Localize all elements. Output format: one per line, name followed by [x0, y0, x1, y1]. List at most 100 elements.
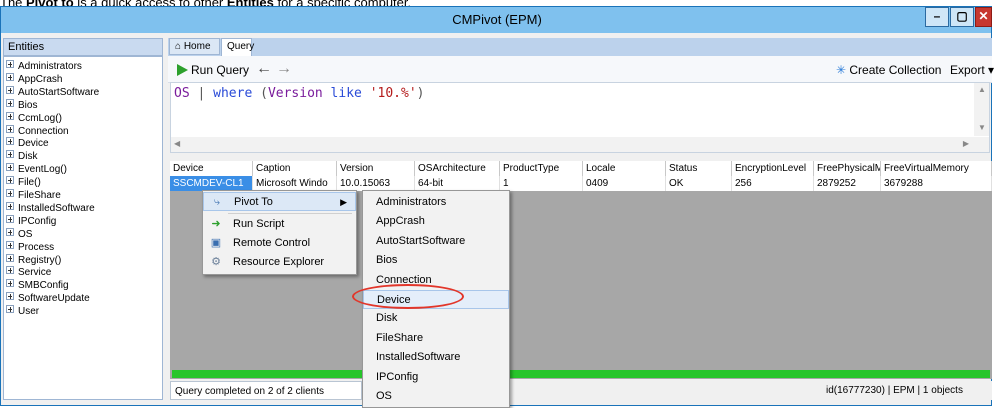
submenu-item[interactable]: InstalledSoftware — [363, 348, 509, 367]
tree-item[interactable]: SoftwareUpdate — [6, 292, 90, 304]
tree-item[interactable]: Service — [6, 266, 51, 278]
column-header[interactable]: Device — [170, 161, 253, 176]
expand-icon[interactable] — [6, 163, 14, 172]
tab-home[interactable]: ⌂ Home — [169, 38, 220, 55]
tree-item[interactable]: Registry() — [6, 253, 61, 266]
table-cell[interactable]: Microsoft Windo — [253, 176, 337, 191]
expand-icon[interactable] — [6, 305, 14, 314]
submenu-item[interactable]: AutoStartSoftware — [363, 232, 509, 251]
expand-icon[interactable] — [6, 111, 14, 120]
tree-item[interactable]: Connection — [6, 124, 69, 137]
expand-icon[interactable] — [6, 292, 14, 301]
create-collection-button[interactable]: ✳ Create Collection — [836, 62, 941, 78]
expand-icon[interactable] — [6, 85, 14, 94]
column-header[interactable]: EncryptionLevel — [732, 161, 814, 176]
expand-icon[interactable] — [6, 253, 14, 262]
tree-item[interactable]: IPConfig — [6, 214, 57, 227]
submenu-item[interactable]: Disk — [363, 309, 509, 328]
tree-item[interactable]: SMBConfig — [6, 279, 69, 291]
expand-icon[interactable] — [6, 214, 14, 223]
pivot-icon: ⤷ — [213, 196, 221, 208]
tree-item[interactable]: EventLog() — [6, 163, 67, 175]
menu-separator — [228, 213, 352, 214]
table-cell[interactable]: 64-bit — [415, 176, 500, 191]
menu-item-resource-explorer[interactable]: ⚙ Resource Explorer — [203, 253, 356, 272]
table-cell[interactable]: 0409 — [583, 176, 666, 191]
submenu-item[interactable]: AppCrash — [363, 212, 509, 231]
column-header[interactable]: FreeVirtualMemory — [881, 161, 992, 176]
tree-item[interactable]: Process — [6, 240, 55, 253]
expand-icon[interactable] — [6, 137, 14, 146]
table-cell[interactable]: 256 — [732, 176, 814, 191]
run-script-label: Run Script — [233, 218, 285, 230]
table-cell[interactable]: 10.0.15063 — [337, 176, 415, 191]
remote-control-icon: ▣ — [210, 237, 222, 249]
expand-icon[interactable] — [6, 201, 14, 210]
menu-item-pivot-to[interactable]: ⤷ Pivot To ▶ — [203, 192, 356, 211]
submenu-item[interactable]: OS — [363, 387, 509, 406]
column-header[interactable]: Locale — [583, 161, 666, 176]
run-query-button[interactable]: Run Query — [177, 62, 249, 78]
column-header[interactable]: OSArchitecture — [415, 161, 500, 176]
forward-arrow-icon[interactable]: → — [276, 60, 292, 78]
export-button[interactable]: Export ▾ — [950, 62, 994, 78]
column-header[interactable]: Version — [337, 161, 415, 176]
tree-item-label: FileShare — [18, 190, 61, 201]
tree-item-label: CcmLog() — [18, 112, 62, 124]
menu-item-remote-control[interactable]: ▣ Remote Control — [203, 234, 356, 253]
submenu-item[interactable]: FileShare — [363, 329, 509, 348]
maximize-button[interactable]: ▢ — [950, 7, 974, 27]
query-text[interactable]: OS | where (Version like '10.%') — [174, 86, 425, 101]
tree-item[interactable]: Disk — [6, 150, 37, 162]
expand-icon[interactable] — [6, 240, 14, 249]
expand-icon[interactable] — [6, 176, 14, 185]
tree-item[interactable]: OS — [6, 227, 33, 240]
expand-icon[interactable] — [6, 227, 14, 236]
table-cell[interactable]: OK — [666, 176, 732, 191]
tab-query[interactable]: Query — [221, 38, 254, 56]
tree-item[interactable]: FileShare — [6, 189, 61, 201]
column-header[interactable]: FreePhysicalMemc — [814, 161, 881, 176]
tree-item-label: InstalledSoftware — [18, 202, 95, 214]
tree-item-label: OS — [18, 228, 33, 240]
tree-item[interactable]: InstalledSoftware — [6, 201, 95, 214]
column-header[interactable]: ProductType — [500, 161, 583, 176]
back-arrow-icon[interactable]: ← — [256, 60, 272, 78]
tree-item[interactable]: AppCrash — [6, 72, 62, 85]
tree-item[interactable]: CcmLog() — [6, 111, 62, 124]
expand-icon[interactable] — [6, 60, 14, 68]
expand-icon[interactable] — [6, 266, 14, 275]
close-button[interactable]: ✕ — [975, 7, 992, 27]
tree-item[interactable]: File() — [6, 176, 41, 188]
expand-icon[interactable] — [6, 279, 14, 288]
expand-icon[interactable] — [6, 72, 14, 81]
tree-item[interactable]: Administrators — [6, 60, 82, 72]
tree-item[interactable]: Device — [6, 137, 49, 149]
expand-icon[interactable] — [6, 189, 14, 197]
tree-item[interactable]: User — [6, 305, 40, 318]
table-cell[interactable]: 2879252 — [814, 176, 881, 191]
expand-icon[interactable] — [6, 98, 14, 107]
submenu-item[interactable]: IPConfig — [363, 368, 509, 387]
editor-horizontal-scrollbar[interactable]: ◀ ▶ — [171, 137, 989, 152]
entities-header: Entities — [3, 38, 163, 56]
table-cell[interactable]: 3679288 — [881, 176, 992, 191]
expand-icon[interactable] — [6, 124, 14, 133]
table-cell[interactable]: 1 — [500, 176, 583, 191]
tree-item[interactable]: AutoStartSoftware — [6, 85, 99, 98]
tree-item-label: Administrators — [18, 61, 82, 72]
minimize-button[interactable]: – — [925, 7, 949, 27]
tab-strip — [168, 38, 992, 56]
editor-vertical-scrollbar[interactable]: ▲ ▼ — [974, 83, 989, 136]
tree-item[interactable]: Bios — [6, 98, 37, 111]
column-header[interactable]: Status — [666, 161, 732, 176]
expand-icon[interactable] — [6, 150, 14, 159]
tree-item-label: Process — [18, 241, 55, 253]
table-cell[interactable]: SSCMDEV-CL1 — [170, 176, 253, 191]
submenu-item[interactable]: Administrators — [363, 193, 509, 212]
tree-item-label: User — [18, 306, 40, 318]
menu-item-run-script[interactable]: ➜ Run Script — [203, 215, 356, 234]
tree-item-label: IPConfig — [18, 215, 57, 227]
column-header[interactable]: Caption — [253, 161, 337, 176]
submenu-item[interactable]: Bios — [363, 251, 509, 270]
